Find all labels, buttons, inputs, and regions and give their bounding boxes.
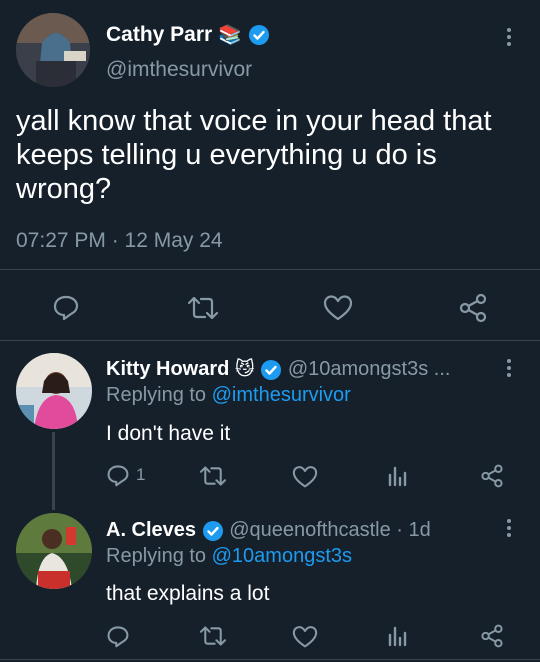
author-handle[interactable]: @10amongst3s ... — [288, 358, 451, 380]
reply-icon[interactable] — [106, 624, 130, 648]
share-icon[interactable] — [480, 624, 504, 648]
reply-header: Kitty Howard 😼 @10amongst3s ... — [106, 357, 450, 382]
reply-icon[interactable] — [52, 293, 80, 321]
replying-to: Replying to @imthesurvivor — [106, 384, 351, 407]
tweet-timestamp[interactable]: 07:27 PM · 12 May 24 — [16, 229, 223, 253]
retweet-icon[interactable] — [187, 294, 219, 322]
like-icon[interactable] — [292, 625, 318, 649]
reply-count: 1 — [136, 465, 146, 484]
replying-to-handle[interactable]: @10amongst3s — [212, 545, 352, 567]
reply-button[interactable]: 1 — [106, 463, 145, 487]
share-icon[interactable] — [480, 464, 504, 488]
tweet-text: yall know that voice in your head that k… — [16, 105, 492, 205]
verified-badge-icon — [260, 359, 282, 381]
reply-text: that explains a lot — [106, 582, 270, 605]
replying-to-handle[interactable]: @imthesurvivor — [212, 384, 351, 406]
author-name[interactable]: Kitty Howard — [106, 358, 229, 380]
reply-icon[interactable] — [106, 463, 130, 487]
analytics-icon[interactable] — [387, 465, 407, 487]
author-handle[interactable]: @queenofthcastle — [229, 519, 391, 541]
author-emoji: 😼 — [234, 359, 255, 380]
author-emoji: 📚 — [218, 25, 242, 46]
avatar[interactable] — [16, 513, 92, 589]
like-icon[interactable] — [292, 465, 318, 489]
replying-to-label: Replying to — [106, 384, 207, 406]
verified-badge-icon — [248, 24, 270, 46]
like-icon[interactable] — [323, 294, 353, 322]
thread-line — [52, 432, 55, 510]
retweet-icon[interactable] — [199, 464, 227, 488]
author-name[interactable]: Cathy Parr — [106, 23, 212, 46]
more-icon[interactable] — [506, 519, 512, 541]
replying-to: Replying to @10amongst3s — [106, 545, 352, 568]
divider — [0, 269, 540, 270]
analytics-icon[interactable] — [387, 625, 407, 647]
divider — [0, 659, 540, 660]
author-row: Cathy Parr 📚 — [106, 22, 270, 49]
author-name[interactable]: A. Cleves — [106, 519, 196, 541]
retweet-icon[interactable] — [199, 624, 227, 648]
reply-text: I don't have it — [106, 422, 231, 445]
divider — [0, 340, 540, 341]
reply-header: A. Cleves @queenofthcastle · 1d — [106, 518, 431, 542]
avatar[interactable] — [16, 353, 92, 429]
author-handle[interactable]: @imthesurvivor — [106, 58, 252, 82]
share-icon[interactable] — [458, 293, 488, 323]
verified-badge-icon — [202, 520, 224, 542]
more-icon[interactable] — [506, 28, 512, 50]
more-icon[interactable] — [506, 359, 512, 381]
tweet-age: · 1d — [396, 519, 431, 541]
replying-to-label: Replying to — [106, 545, 207, 567]
avatar[interactable] — [16, 13, 90, 87]
